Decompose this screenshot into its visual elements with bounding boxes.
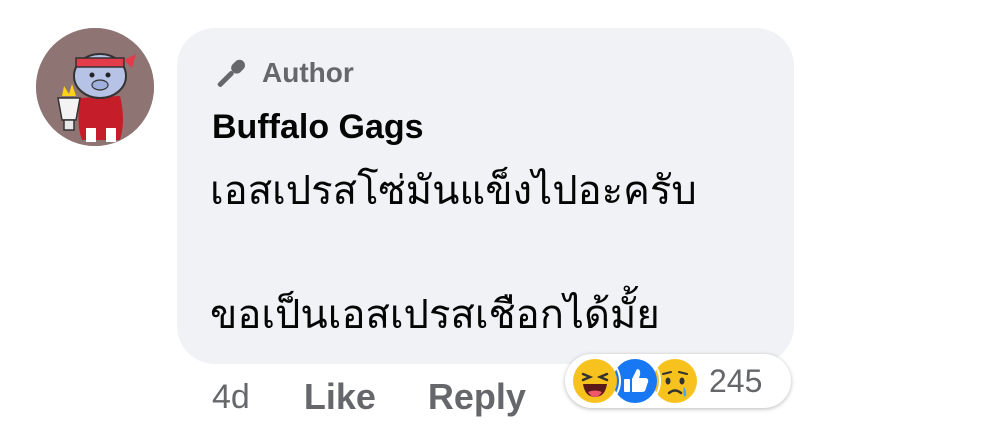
reply-button[interactable]: Reply: [428, 376, 526, 418]
comment-body: เอสเปรสโซ่มันแข็งไปอะครับ ขอเป็นเอสเปรสเ…: [210, 160, 780, 346]
author-badge: Author: [212, 56, 354, 90]
comment-actions: 4d Like Reply: [212, 372, 578, 422]
author-badge-label: Author: [262, 57, 354, 88]
comment-line: ขอเป็นเอสเปรสเชือกได้มั้ย: [210, 292, 660, 338]
commenter-avatar[interactable]: [36, 28, 154, 146]
haha-icon: [569, 355, 621, 407]
commenter-name[interactable]: Buffalo Gags: [212, 108, 424, 147]
microphone-icon: [212, 56, 250, 90]
comment-line: เอสเปรสโซ่มันแข็งไปอะครับ: [210, 168, 697, 214]
like-button[interactable]: Like: [304, 376, 376, 418]
comment-timestamp[interactable]: 4d: [212, 378, 250, 417]
reaction-summary[interactable]: 245: [565, 354, 791, 408]
reaction-count: 245: [709, 362, 763, 399]
